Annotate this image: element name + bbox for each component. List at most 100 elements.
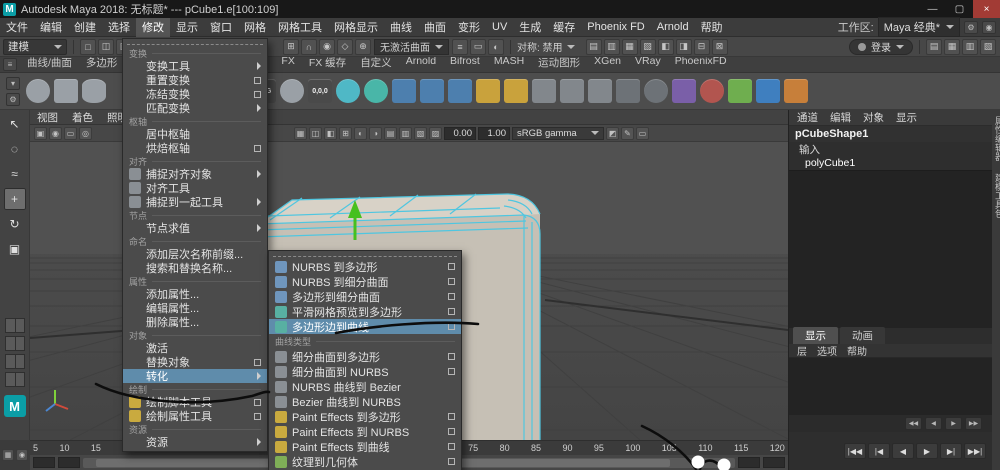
shelf-origin-locator-icon[interactable]: 0,0,0 bbox=[308, 79, 332, 103]
isolate-select-icon[interactable]: ◩ bbox=[606, 127, 619, 140]
menuset-dropdown[interactable]: 建模 bbox=[3, 39, 67, 55]
select-camera-icon[interactable]: ▣ bbox=[34, 127, 47, 140]
maximize-button[interactable]: ▢ bbox=[946, 0, 973, 18]
menu-item[interactable]: 编辑属性... bbox=[123, 301, 267, 315]
motion-blur-icon[interactable]: ▨ bbox=[429, 127, 442, 140]
channel-box-node-name[interactable]: pCubeShape1 bbox=[789, 126, 992, 142]
field-entry-icon[interactable]: ⊟ bbox=[694, 39, 710, 55]
submenu-item[interactable]: Paint Effects 到 NURBS bbox=[269, 424, 461, 439]
menu-item[interactable]: 节点求值 bbox=[123, 221, 267, 235]
menubar-item[interactable]: 编辑 bbox=[34, 18, 68, 37]
shelf-sculpt-icon[interactable] bbox=[700, 79, 724, 103]
go-to-start-button[interactable]: |◀◀ bbox=[844, 443, 866, 459]
shelf-boolean-union-icon[interactable] bbox=[392, 79, 416, 103]
shelf-tab[interactable]: FX 缓存 bbox=[302, 55, 353, 72]
submenu-item[interactable]: NURBS 到多边形 bbox=[269, 259, 461, 274]
submenu-item[interactable]: NURBS 到细分曲面 bbox=[269, 274, 461, 289]
menu-item[interactable]: 重置变换 bbox=[123, 73, 267, 87]
option-box[interactable] bbox=[448, 323, 455, 330]
snap-to-point-icon[interactable]: ◉ bbox=[319, 39, 335, 55]
shelf-mirror-icon[interactable] bbox=[560, 79, 584, 103]
viewport-menu-item[interactable]: 着色 bbox=[65, 110, 100, 125]
workspace-toggle-icon[interactable]: ▧ bbox=[980, 39, 996, 55]
menubar-item[interactable]: 曲线 bbox=[384, 18, 418, 37]
select-tool[interactable]: ↖ bbox=[4, 113, 26, 135]
menubar-item[interactable]: 修改 bbox=[136, 18, 170, 37]
menu-item[interactable]: 绘制属性工具 bbox=[123, 409, 267, 423]
menubar-item[interactable]: 创建 bbox=[68, 18, 102, 37]
login-button[interactable]: 登录 bbox=[849, 39, 913, 55]
menubar-item[interactable]: Arnold bbox=[651, 18, 695, 37]
screen-ao-icon[interactable]: ▧ bbox=[414, 127, 427, 140]
attribute-editor-toggle-icon[interactable]: ▤ bbox=[926, 39, 942, 55]
workspace-select[interactable]: Maya 经典* bbox=[878, 17, 960, 37]
menubar-item[interactable]: 生成 bbox=[513, 18, 547, 37]
viewport-menu-item[interactable]: 视图 bbox=[30, 110, 65, 125]
menu-item[interactable]: 居中枢轴 bbox=[123, 127, 267, 141]
menu-item[interactable]: 替换对象 bbox=[123, 355, 267, 369]
2d-pan-zoom-icon[interactable]: ◫ bbox=[309, 127, 322, 140]
option-box[interactable] bbox=[254, 77, 261, 84]
menubar-item[interactable]: 文件 bbox=[0, 18, 34, 37]
shelf-tab[interactable]: 自定义 bbox=[353, 55, 399, 72]
grease-pencil-icon[interactable]: ✎ bbox=[621, 127, 634, 140]
option-box[interactable] bbox=[254, 359, 261, 366]
shelf-tab[interactable]: 多边形 bbox=[79, 55, 125, 72]
shelf-combine-icon[interactable] bbox=[476, 79, 500, 103]
oscillate-icon[interactable]: ◧ bbox=[324, 127, 337, 140]
layout-hypershade-button[interactable] bbox=[5, 372, 25, 387]
menu-item[interactable]: 对象 bbox=[123, 329, 267, 341]
layer-menu-item[interactable]: 选项 bbox=[817, 343, 837, 358]
menu-item[interactable]: 添加层次名称前缀... bbox=[123, 247, 267, 261]
menu-item[interactable]: 搜索和替换名称... bbox=[123, 261, 267, 275]
symmetry-dropdown[interactable]: 对称: 禁用 bbox=[517, 39, 575, 54]
menubar-item[interactable]: 网格 bbox=[238, 18, 272, 37]
layer-prev-all-icon[interactable]: ◀◀ bbox=[905, 417, 922, 430]
menubar-item[interactable]: 帮助 bbox=[695, 18, 729, 37]
option-box[interactable] bbox=[448, 443, 455, 450]
playback-start-field[interactable] bbox=[58, 457, 80, 468]
layer-menu-item[interactable]: 层 bbox=[797, 343, 807, 358]
option-box[interactable] bbox=[448, 368, 455, 375]
side-panel-tab[interactable]: 建模工具包 bbox=[993, 167, 1000, 224]
workspace-gear-icon[interactable]: ⚙ bbox=[964, 21, 978, 34]
shelf-tab[interactable]: MASH bbox=[487, 55, 531, 72]
minimize-button[interactable]: — bbox=[919, 0, 946, 18]
new-scene-icon[interactable]: □ bbox=[80, 39, 96, 55]
submenu-item[interactable]: 曲线类型 bbox=[269, 334, 461, 349]
shelf-nurbs-sphere-icon[interactable] bbox=[26, 79, 50, 103]
texture-view-icon[interactable]: ▧ bbox=[640, 39, 656, 55]
animation-preferences-icon[interactable]: ▦ bbox=[2, 449, 14, 461]
maya-home-icon[interactable]: M bbox=[4, 395, 26, 417]
menubar-item[interactable]: 曲面 bbox=[418, 18, 452, 37]
submenu-item[interactable]: 细分曲面到多边形 bbox=[269, 349, 461, 364]
option-box[interactable] bbox=[254, 399, 261, 406]
layer-editor-tab[interactable]: 动画 bbox=[840, 327, 885, 344]
textured-icon[interactable]: ◑ bbox=[369, 127, 382, 140]
open-scene-icon[interactable]: ◫ bbox=[98, 39, 114, 55]
snap-to-grid-icon[interactable]: ⊞ bbox=[283, 39, 299, 55]
go-to-end-button[interactable]: ▶▶| bbox=[964, 443, 986, 459]
side-panel-tab[interactable]: 属性编辑器 bbox=[993, 110, 1000, 167]
selection-mask-icon[interactable]: ⊠ bbox=[712, 39, 728, 55]
layer-menu-item[interactable]: 帮助 bbox=[847, 343, 867, 358]
shelf-tab[interactable]: 运动图形 bbox=[531, 55, 587, 72]
shelf-tab[interactable]: 曲线/曲面 bbox=[20, 55, 79, 72]
tool-settings-toggle-icon[interactable]: ▦ bbox=[944, 39, 960, 55]
step-back-key-button[interactable]: |◀ bbox=[868, 443, 890, 459]
layout-single-button[interactable] bbox=[5, 318, 25, 333]
layer-next-all-icon[interactable]: ▶▶ bbox=[965, 417, 982, 430]
shelf-tab[interactable]: FX bbox=[274, 55, 301, 72]
scale-tool[interactable]: ▣ bbox=[4, 238, 26, 260]
shelf-tab[interactable]: Bifrost bbox=[443, 55, 487, 72]
playback-end-field[interactable] bbox=[738, 457, 760, 468]
layout-persp-outliner-button[interactable] bbox=[5, 354, 25, 369]
bookmark-icon[interactable]: ◎ bbox=[79, 127, 92, 140]
channel-box-toggle-icon[interactable]: ▥ bbox=[962, 39, 978, 55]
lock-camera-icon[interactable]: ◉ bbox=[49, 127, 62, 140]
lasso-select-tool[interactable]: ◌ bbox=[4, 138, 26, 160]
close-button[interactable]: × bbox=[973, 0, 1000, 18]
menubar-item[interactable]: 网格显示 bbox=[328, 18, 384, 37]
menu-item[interactable]: 变换工具 bbox=[123, 59, 267, 73]
submenu-item[interactable]: 多边形边到曲线 bbox=[269, 319, 461, 334]
